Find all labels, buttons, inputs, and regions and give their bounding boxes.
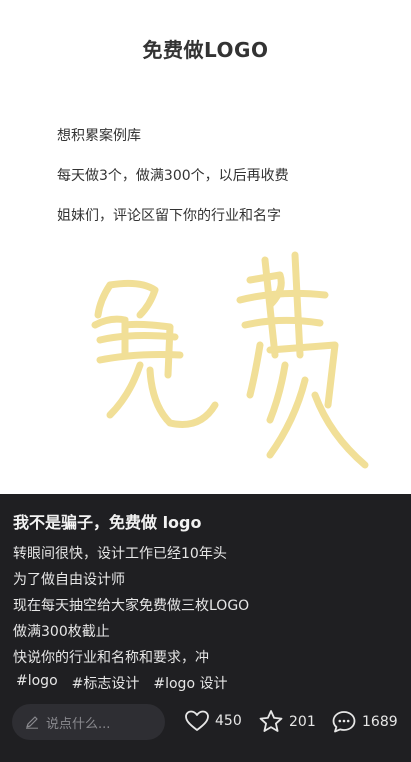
bottom-action-bar: 说点什么... 450 201 1689 <box>0 698 411 762</box>
hashtag-logo-design[interactable]: #标志设计 <box>72 673 140 693</box>
handwritten-free-lettering <box>91 251 369 469</box>
heart-icon <box>184 709 210 733</box>
image-text-line: 每天做3个，做满300个，以后再收费 <box>57 168 289 184</box>
post-text-line: 现在每天抽空给大家免费做三枚LOGO <box>13 598 250 614</box>
image-text-line: 想积累案例库 <box>57 128 141 144</box>
post-text-line: 做满300枚截止 <box>13 624 110 640</box>
image-title: 免费做LOGO <box>142 38 269 62</box>
comment-input[interactable]: 说点什么... <box>12 704 165 740</box>
post-text-line: 为了做自由设计师 <box>13 572 125 588</box>
image-text-line: 姐妹们，评论区留下你的行业和名字 <box>57 208 281 224</box>
like-count: 450 <box>215 713 242 729</box>
comments-button[interactable]: 1689 <box>331 709 398 734</box>
favorite-count: 201 <box>289 713 316 730</box>
post-text-line: 转眼间很快，设计工作已经10年头 <box>13 546 227 562</box>
star-icon <box>258 709 284 734</box>
note-detail-screen: 免费做LOGO 想积累案例库 每天做3个，做满300个，以后再收费 姐妹们，评论… <box>0 0 411 762</box>
comment-placeholder: 说点什么... <box>46 716 111 732</box>
post-text-line: 快说你的行业和名称和要求，冲 <box>13 650 209 666</box>
favorite-button[interactable]: 201 <box>258 709 316 734</box>
hashtag-logo-sheji[interactable]: #logo 设计 <box>153 673 227 693</box>
comment-count: 1689 <box>362 713 398 730</box>
chat-bubble-icon <box>331 709 357 734</box>
hashtag-logo[interactable]: #logo <box>16 673 58 693</box>
pen-icon <box>25 715 39 729</box>
like-button[interactable]: 450 <box>184 709 242 733</box>
hashtag-list: #logo #标志设计 #logo 设计 <box>16 673 227 693</box>
post-title: 我不是骗子，免费做 logo <box>13 513 202 532</box>
post-image[interactable]: 免费做LOGO 想积累案例库 每天做3个，做满300个，以后再收费 姐妹们，评论… <box>0 0 411 494</box>
